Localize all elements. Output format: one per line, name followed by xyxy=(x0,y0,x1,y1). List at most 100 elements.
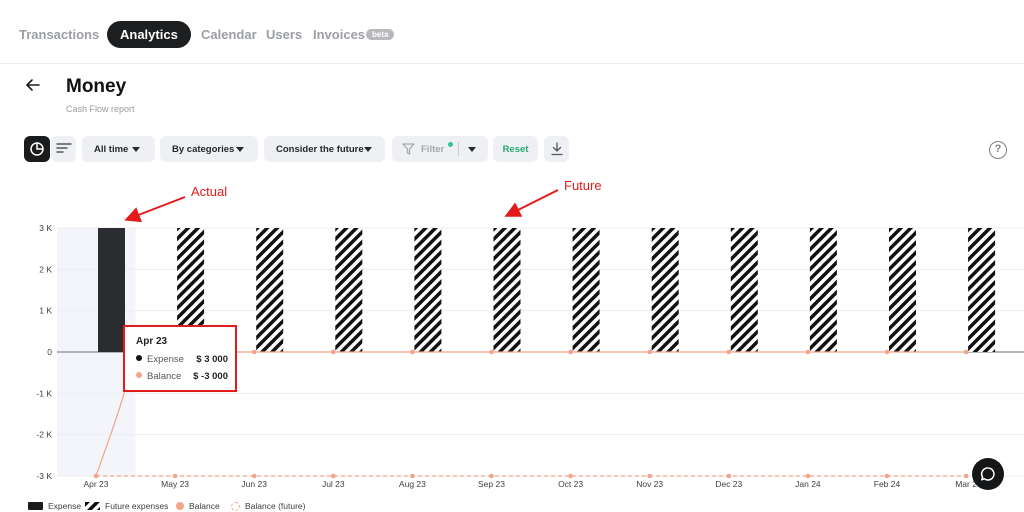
y-tick-label: 1 K xyxy=(39,306,52,316)
arrow-left-icon[interactable] xyxy=(24,76,42,94)
balance-point[interactable] xyxy=(93,473,99,479)
balance-future-point[interactable] xyxy=(410,473,415,479)
balance-future-point[interactable] xyxy=(884,473,890,479)
tab-calendar[interactable]: Calendar xyxy=(201,27,257,42)
balance-point[interactable] xyxy=(331,349,336,355)
tooltip-expense-label: Expense xyxy=(147,354,184,365)
legend-item-balance-future[interactable]: Balance (future) xyxy=(231,501,305,511)
tab-users[interactable]: Users xyxy=(266,27,302,42)
filter-label: Filter xyxy=(421,144,445,155)
legend-item-balance[interactable]: Balance xyxy=(176,501,220,511)
legend-label: Future expenses xyxy=(105,501,169,511)
tab-invoices[interactable]: Invoices xyxy=(313,27,365,42)
download-icon xyxy=(550,142,563,156)
tooltip-date: Apr 23 xyxy=(136,336,168,347)
filter-button[interactable]: Filter xyxy=(392,136,488,162)
legend-label: Balance (future) xyxy=(245,501,306,511)
chevron-down-icon xyxy=(236,147,244,152)
chevron-down-icon xyxy=(364,147,372,152)
future-expense-bar[interactable] xyxy=(889,228,916,352)
legend-item-future-expenses[interactable]: Future expenses xyxy=(85,501,168,511)
x-tick-label: Sep 23 xyxy=(478,479,505,489)
chat-bubble-icon xyxy=(980,467,995,481)
help-button[interactable]: ? xyxy=(989,141,1007,159)
balance-future-point[interactable] xyxy=(568,473,573,479)
expense-bar[interactable] xyxy=(98,228,125,352)
chevron-down-icon[interactable] xyxy=(468,147,476,152)
expense-swatch-icon xyxy=(28,502,43,510)
funnel-icon xyxy=(402,143,415,155)
reset-button[interactable]: Reset xyxy=(493,136,538,162)
tooltip-balance-label: Balance xyxy=(147,371,182,382)
y-tick-label: -2 K xyxy=(36,430,52,440)
balance-future-point[interactable] xyxy=(805,473,811,479)
balance-point[interactable] xyxy=(647,349,652,355)
balance-point[interactable] xyxy=(884,349,890,355)
tooltip-balance-value: $ -3 000 xyxy=(193,371,228,382)
future-expense-bar[interactable] xyxy=(414,228,442,352)
filter-divider xyxy=(458,142,459,156)
x-tick-label: Jul 23 xyxy=(322,479,345,489)
balance-point[interactable] xyxy=(805,349,811,355)
tab-transactions[interactable]: Transactions xyxy=(19,27,99,42)
period-dropdown[interactable]: All time xyxy=(82,136,155,162)
future-expense-bar[interactable] xyxy=(572,228,600,352)
sort-lines-icon xyxy=(55,143,72,153)
annotation-actual-label: Actual xyxy=(191,184,227,199)
period-label: All time xyxy=(94,143,129,155)
annotation-future-arrow xyxy=(504,189,559,217)
page-subtitle: Cash Flow report xyxy=(66,104,135,114)
tooltip-row-expense: Expense $ 3 000 xyxy=(136,354,228,365)
future-expense-bar[interactable] xyxy=(493,228,521,352)
balance-future-point[interactable] xyxy=(963,473,969,479)
y-tick-label: 0 xyxy=(47,347,52,357)
x-tick-label: Jan 24 xyxy=(795,479,821,489)
x-tick-label: Feb 24 xyxy=(874,479,901,489)
reset-label: Reset xyxy=(502,143,529,155)
filter-active-dot xyxy=(448,142,453,147)
x-tick-label: Dec 23 xyxy=(715,479,742,489)
y-tick-label: 2 K xyxy=(39,264,52,274)
download-button[interactable] xyxy=(544,136,569,162)
balance-future-point[interactable] xyxy=(647,473,652,479)
future-expense-bar[interactable] xyxy=(730,228,758,352)
pie-chart-icon xyxy=(30,142,44,156)
future-expense-bar[interactable] xyxy=(651,228,679,352)
tooltip-row-balance: Balance $ -3 000 xyxy=(136,371,228,382)
balance-future-point[interactable] xyxy=(251,473,257,479)
future-expense-bar[interactable] xyxy=(256,228,284,352)
balance-point[interactable] xyxy=(410,349,415,355)
legend-label: Balance xyxy=(189,501,220,511)
page-title: Money xyxy=(66,76,127,97)
x-tick-label: Nov 23 xyxy=(636,479,663,489)
future-expense-bar[interactable] xyxy=(968,228,996,352)
x-tick-label: May 23 xyxy=(161,479,189,489)
future-dropdown[interactable]: Consider the future xyxy=(264,136,385,162)
balance-point[interactable] xyxy=(489,349,494,355)
balance-future-swatch-icon xyxy=(231,501,240,511)
balance-future-point[interactable] xyxy=(331,473,336,479)
x-tick-label: Oct 23 xyxy=(558,479,583,489)
legend-item-expense[interactable]: Expense xyxy=(28,501,81,511)
grouping-label: By categories xyxy=(172,143,235,155)
future-expense-bar[interactable] xyxy=(335,228,363,352)
hatched-swatch-icon xyxy=(85,502,100,510)
x-tick-label: Apr 23 xyxy=(83,479,108,489)
balance-future-point[interactable] xyxy=(172,473,178,479)
chart-view-button[interactable] xyxy=(24,136,50,162)
balance-point[interactable] xyxy=(568,349,573,355)
balance-point[interactable] xyxy=(251,349,257,355)
x-tick-label: Aug 23 xyxy=(399,479,426,489)
list-view-button[interactable] xyxy=(51,136,76,162)
balance-future-point[interactable] xyxy=(489,473,494,479)
chat-button[interactable] xyxy=(972,458,1004,490)
future-expense-bar[interactable] xyxy=(809,228,837,352)
balance-point[interactable] xyxy=(963,349,969,355)
balance-point[interactable] xyxy=(726,349,732,355)
balance-future-point[interactable] xyxy=(726,473,732,479)
x-tick-label: Jun 23 xyxy=(241,479,267,489)
balance-dot-icon xyxy=(136,372,142,378)
grouping-dropdown[interactable]: By categories xyxy=(160,136,258,162)
y-tick-label: -1 K xyxy=(36,388,52,398)
tab-analytics[interactable]: Analytics xyxy=(107,21,191,48)
